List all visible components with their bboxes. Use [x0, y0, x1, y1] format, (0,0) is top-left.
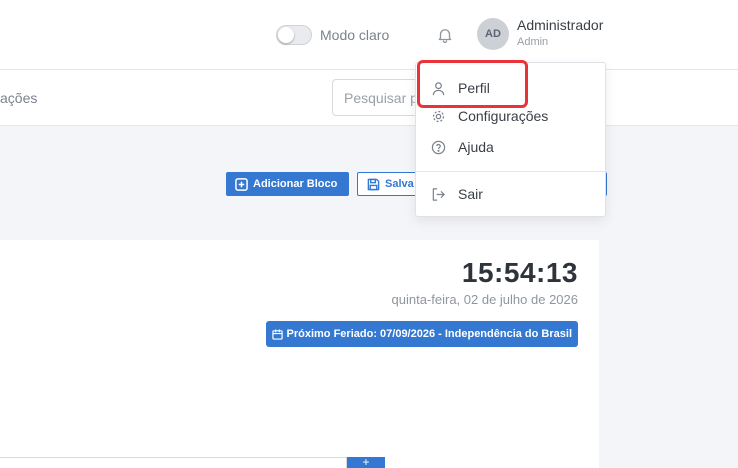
- help-icon: [431, 140, 446, 154]
- widget-add-button[interactable]: +: [347, 456, 385, 468]
- widget-input[interactable]: [0, 457, 347, 468]
- calendar-icon: [271, 328, 283, 340]
- holiday-text: Próximo Feriado: 07/09/2026 - Independên…: [286, 328, 572, 340]
- user-role: Admin: [517, 36, 549, 48]
- clock-date: quinta-feira, 02 de julho de 2026: [391, 292, 578, 307]
- user-name[interactable]: Administrador: [517, 17, 603, 33]
- menu-divider: [416, 171, 605, 172]
- theme-toggle[interactable]: [276, 25, 312, 45]
- clock-time: 15:54:13: [461, 257, 578, 288]
- plus-square-icon: [235, 177, 248, 191]
- menu-item-label: Configurações: [458, 108, 549, 124]
- theme-toggle-label[interactable]: Modo claro: [320, 27, 389, 43]
- logout-icon: [432, 187, 445, 201]
- holiday-badge: Próximo Feriado: 07/09/2026 - Independên…: [265, 321, 578, 347]
- menu-item-label: Ajuda: [458, 139, 494, 155]
- page-title: ações: [0, 90, 38, 106]
- save-label: Salva: [385, 178, 414, 190]
- gear-icon: [432, 110, 445, 122]
- sub-header: ações: [0, 70, 738, 126]
- bell-icon[interactable]: [436, 26, 454, 44]
- add-block-label: Adicionar Bloco: [253, 178, 338, 190]
- menu-item-logout[interactable]: Sair: [416, 179, 605, 209]
- profile-highlight: [417, 60, 528, 108]
- theme-toggle-knob: [278, 27, 294, 43]
- menu-item-label: Sair: [458, 186, 483, 202]
- top-bar: Modo claro AD Administrador Admin: [0, 0, 738, 70]
- menu-item-help[interactable]: Ajuda: [416, 132, 605, 162]
- clock-widget: 15:54:13 quinta-feira, 02 de julho de 20…: [0, 240, 599, 468]
- avatar[interactable]: AD: [477, 18, 509, 50]
- add-block-button[interactable]: Adicionar Bloco: [226, 172, 349, 196]
- save-icon: [367, 178, 380, 190]
